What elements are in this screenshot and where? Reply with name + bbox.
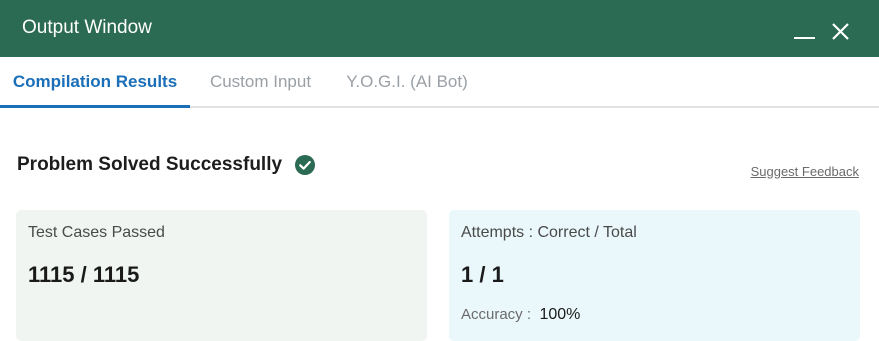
attempts-value: 1 / 1 <box>461 262 504 287</box>
tab-bar: Compilation Results Custom Input Y.O.G.I… <box>0 57 879 108</box>
attempts-label: Attempts : Correct / Total <box>461 224 637 241</box>
output-window: Output Window Compilation Results Custom… <box>0 0 879 341</box>
window-title: Output Window <box>22 17 152 38</box>
suggest-feedback-link[interactable]: Suggest Feedback <box>751 164 859 179</box>
close-button[interactable] <box>823 0 857 57</box>
tab-yogi-ai-bot[interactable]: Y.O.G.I. (AI Bot) <box>331 57 483 108</box>
test-cases-label: Test Cases Passed <box>28 224 165 241</box>
close-icon <box>832 23 849 40</box>
test-cases-card: Test Cases Passed 1115 / 1115 <box>16 210 427 341</box>
tab-compilation-results[interactable]: Compilation Results <box>0 57 190 108</box>
attempts-card: Attempts : Correct / Total 1 / 1 Accurac… <box>449 210 860 341</box>
minimize-button[interactable] <box>790 0 824 57</box>
result-heading: Problem Solved Successfully <box>17 154 283 175</box>
accuracy-value: 100% <box>539 306 581 323</box>
check-circle-icon <box>294 155 315 175</box>
tab-custom-input[interactable]: Custom Input <box>190 57 331 108</box>
minimize-icon <box>794 37 815 39</box>
title-bar: Output Window <box>0 0 879 57</box>
accuracy-row: Accuracy : 100% <box>461 306 580 324</box>
result-heading-row: Problem Solved Successfully <box>17 152 315 178</box>
test-cases-value: 1115 / 1115 <box>28 262 140 287</box>
accuracy-label: Accuracy : <box>461 306 532 323</box>
